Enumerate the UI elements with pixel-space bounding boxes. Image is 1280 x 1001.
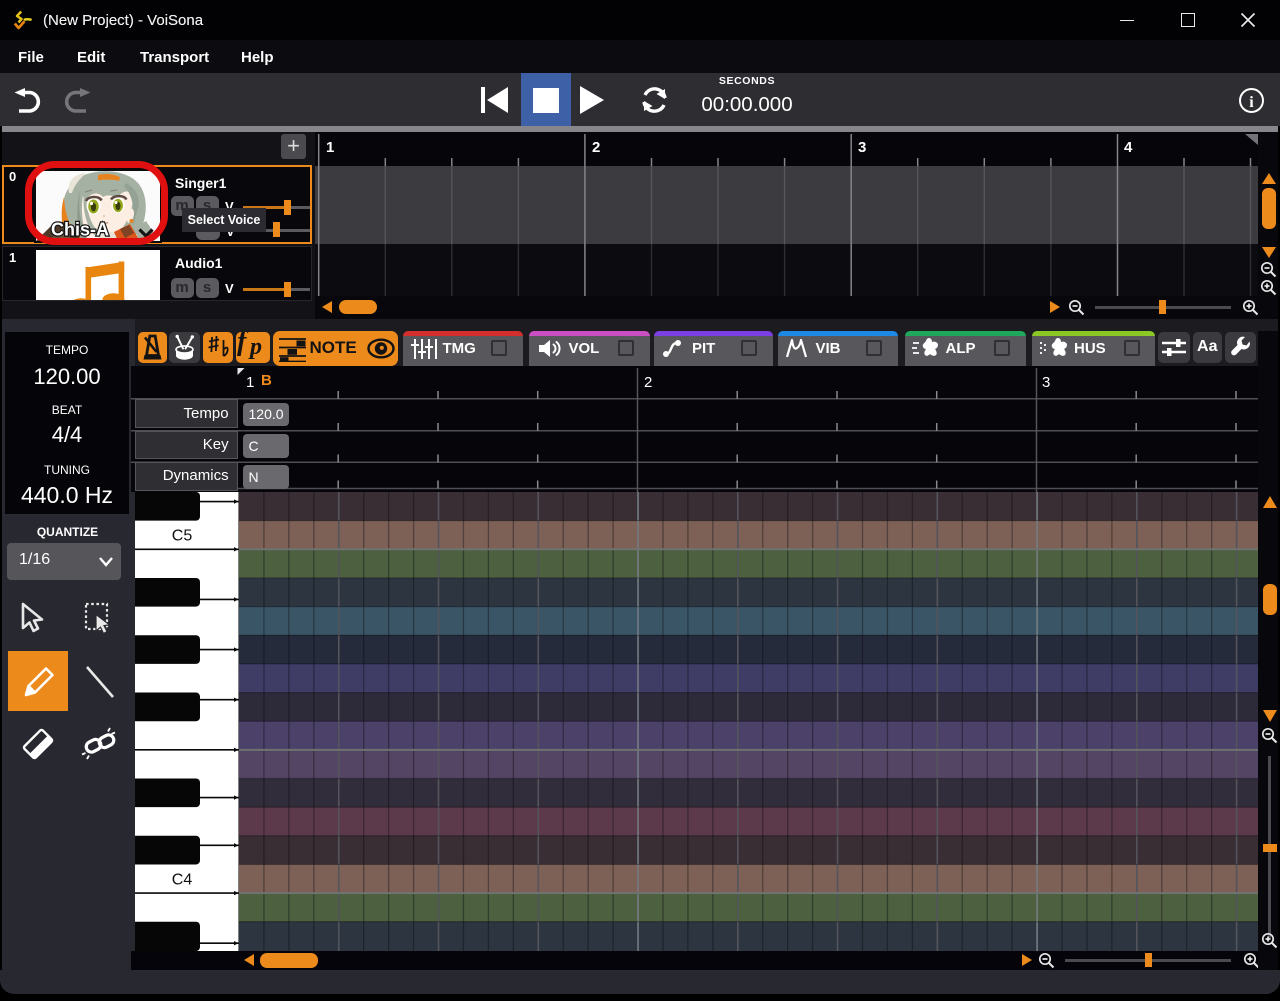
svg-text:i: i	[1249, 94, 1254, 111]
svg-text:C5: C5	[172, 528, 193, 545]
svg-text:C4: C4	[172, 871, 193, 888]
